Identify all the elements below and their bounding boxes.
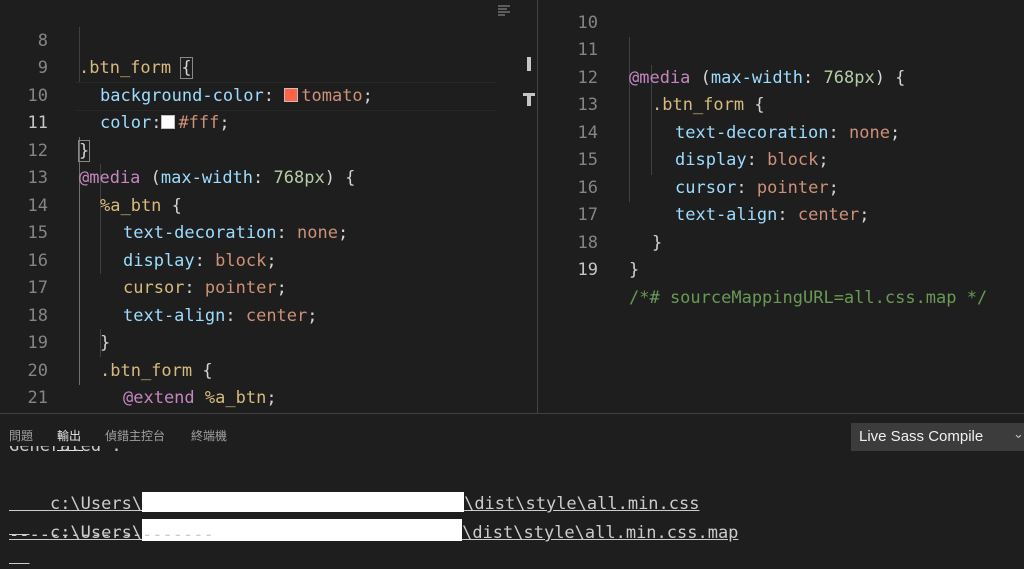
tab-problems[interactable]: 問題 xyxy=(9,427,33,444)
code-line[interactable]: 19 /*# sourceMappingURL=all.css.map */ xyxy=(538,230,1024,308)
scrollbar-marker xyxy=(527,96,531,106)
brace-token: } xyxy=(629,260,640,280)
code-line[interactable]: 10 xyxy=(538,0,1024,33)
output-path-link[interactable]: c:\Users\ \dist\style\all.min.css xyxy=(9,468,699,514)
code-line[interactable]: 11 } xyxy=(0,83,537,162)
code-line[interactable]: 16 text-align: center; xyxy=(538,147,1024,226)
code-line[interactable]: 12 @media (max-width: 768px) { xyxy=(0,110,537,189)
code-line[interactable]: 16 cursor: pointer; xyxy=(0,220,537,299)
chevron-down-icon: ⌄ xyxy=(1013,427,1024,442)
code-line[interactable]: 14 display: block; xyxy=(538,92,1024,171)
minimap-lines-icon[interactable] xyxy=(497,4,511,18)
code-line[interactable]: 18 } xyxy=(538,202,1024,281)
code-line[interactable]: 21 } xyxy=(0,358,537,408)
output-line-partial: Generated : xyxy=(9,446,122,456)
output-channel-selected: Live Sass Compile xyxy=(859,428,984,445)
output-channel-select[interactable]: Live Sass Compile ⌄ xyxy=(851,423,1024,451)
bottom-panel: 問題 輸出 偵錯主控台 終端機 Live Sass Compile ⌄ Gene… xyxy=(0,413,1024,543)
code-line[interactable]: 22 } xyxy=(0,385,537,413)
code-line[interactable]: 19 .btn_form { xyxy=(0,303,537,381)
code-line[interactable]: 13 text-decoration: none; xyxy=(538,65,1024,143)
output-path-link[interactable]: c:\Users\ \dist\style\all.min.css.map xyxy=(9,495,738,543)
code-line[interactable]: 17 } xyxy=(538,175,1024,253)
tab-output[interactable]: 輸出 xyxy=(57,427,81,444)
code-line[interactable]: 17 text-align: center; xyxy=(0,248,537,326)
code-line[interactable]: 20 @extend %a_btn; xyxy=(0,330,537,409)
code-line[interactable]: 13 %a_btn { xyxy=(0,138,537,216)
code-line[interactable]: 9 background-color: tomato; xyxy=(0,28,537,106)
comment-token: /*# sourceMappingURL=all.css.map */ xyxy=(629,287,988,308)
right-editor[interactable]: 10 11 @media (max-width: 768px) { 12 .bt… xyxy=(538,0,1024,413)
code-line[interactable]: 14 text-decoration: none; xyxy=(0,165,537,244)
path-suffix: \dist\style\all.min.css.map xyxy=(462,523,739,543)
left-editor[interactable]: 8 .btn_form { 9 background-color: tomato… xyxy=(0,0,537,413)
code-line[interactable]: 11 @media (max-width: 768px) { xyxy=(538,10,1024,88)
tab-terminal[interactable]: 終端機 xyxy=(191,427,227,444)
code-line[interactable]: 10 color: #fff; xyxy=(0,55,537,134)
code-line[interactable]: 18 } xyxy=(0,275,537,354)
output-separator: -------------------- xyxy=(9,525,214,539)
tab-debug-console[interactable]: 偵錯主控台 xyxy=(105,427,165,444)
code-line[interactable]: 15 cursor: pointer; xyxy=(538,120,1024,198)
code-line[interactable]: 8 .btn_form { xyxy=(0,0,537,79)
code-line[interactable]: 15 display: block; xyxy=(0,193,537,271)
code-line[interactable]: 12 .btn_form { xyxy=(538,37,1024,116)
line-number-active: 19 xyxy=(577,260,598,280)
scrollbar-marker xyxy=(527,57,531,71)
